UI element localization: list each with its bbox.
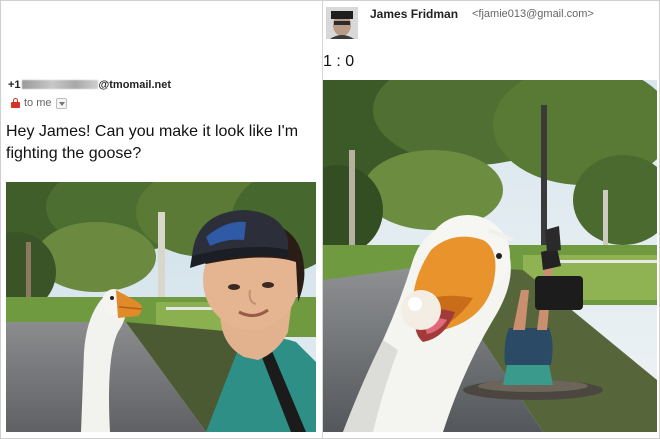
sender-domain: @tmomail.net	[98, 79, 172, 91]
message-body: Hey James! Can you make it look like I'm…	[6, 123, 299, 162]
reply-email-header: James Fridman <fjamie013@gmail.com> 1 : …	[323, 0, 660, 70]
selfie-with-goose-image	[6, 182, 316, 432]
reply-sender-name[interactable]: James Fridman	[370, 7, 458, 21]
request-email-panel: +1 @tmomail.net to me Hey James! Can you …	[0, 0, 322, 439]
avatar-image	[326, 7, 358, 39]
reply-message-body: 1 : 0	[323, 53, 355, 70]
goose-winning-image	[323, 80, 657, 432]
edited-photo	[323, 80, 657, 432]
sender-avatar[interactable]	[326, 7, 358, 39]
sender-address[interactable]: +1 @tmomail.net	[8, 79, 171, 91]
redacted-number	[21, 80, 98, 89]
sender-prefix: +1	[8, 79, 21, 91]
original-selfie-photo	[6, 182, 316, 432]
reply-sender-email: <fjamie013@gmail.com>	[472, 8, 594, 20]
recipient-details-dropdown-icon[interactable]	[55, 97, 67, 109]
recipient-row: to me	[11, 96, 67, 110]
lock-icon	[11, 98, 20, 108]
recipient-label: to me	[24, 97, 52, 109]
